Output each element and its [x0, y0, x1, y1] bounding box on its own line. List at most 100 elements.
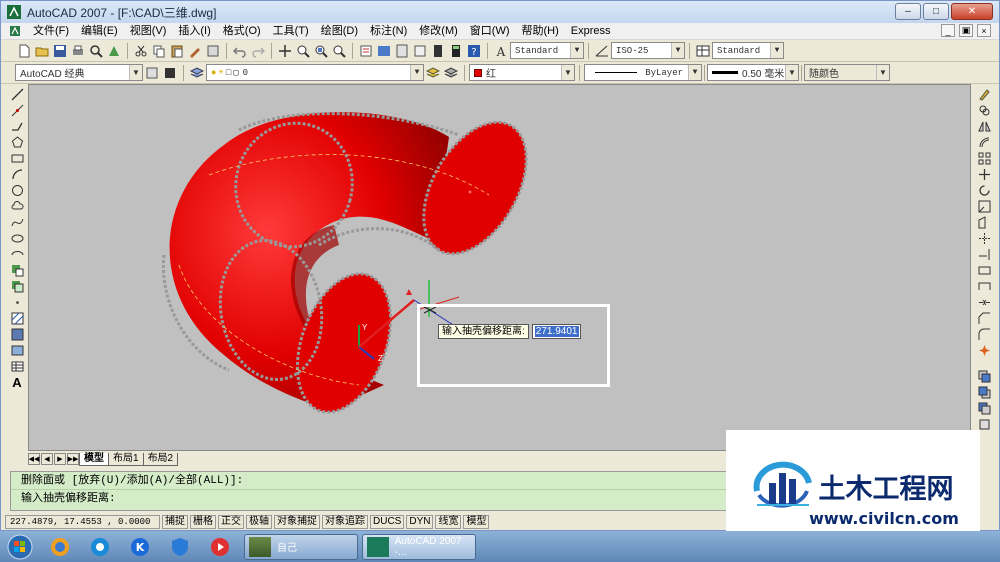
- coordinates-readout[interactable]: 227.4879, 17.4553 , 0.0000: [5, 514, 160, 529]
- tab-layout2[interactable]: 布局2: [142, 452, 179, 466]
- maximize-button[interactable]: □: [923, 3, 949, 20]
- menu-dimension[interactable]: 标注(N): [364, 23, 413, 40]
- menu-file[interactable]: 文件(F): [27, 23, 75, 40]
- tool-palettes-icon[interactable]: [394, 43, 410, 59]
- spline-icon[interactable]: [9, 214, 25, 230]
- table-icon[interactable]: [9, 358, 25, 374]
- last-tab-button[interactable]: ▶▶: [67, 453, 79, 465]
- text-style-select[interactable]: Standard ▼: [510, 42, 584, 59]
- drawing-canvas[interactable]: Y Z: [28, 84, 971, 451]
- extend-icon[interactable]: [976, 246, 992, 262]
- cut-icon[interactable]: [133, 43, 149, 59]
- design-center-icon[interactable]: [376, 43, 392, 59]
- minimize-button[interactable]: –: [895, 3, 921, 20]
- print-icon[interactable]: [70, 43, 86, 59]
- osnap-toggle[interactable]: 对象捕捉: [274, 514, 320, 529]
- copy-icon[interactable]: [151, 43, 167, 59]
- next-tab-button[interactable]: ▶: [54, 453, 66, 465]
- doc-close-button[interactable]: ×: [977, 24, 991, 37]
- match-properties-icon[interactable]: [187, 43, 203, 59]
- plotstyle-select[interactable]: 随颜色 ▼: [804, 64, 890, 81]
- zoom-window-icon[interactable]: [313, 43, 329, 59]
- ellipse-icon[interactable]: [9, 230, 25, 246]
- otrack-toggle[interactable]: 对象追踪: [322, 514, 368, 529]
- block-editor-icon[interactable]: [205, 43, 221, 59]
- task-autocad[interactable]: AutoCAD 2007 -...: [362, 533, 476, 560]
- line-icon[interactable]: [9, 86, 25, 102]
- publish-icon[interactable]: [106, 43, 122, 59]
- dyn-toggle[interactable]: DYN: [406, 514, 434, 529]
- lineweight-select[interactable]: 0.50 毫米 ▼: [707, 64, 799, 81]
- undo-icon[interactable]: [232, 43, 248, 59]
- edge-browser-icon[interactable]: [85, 534, 115, 560]
- calculator-icon[interactable]: [448, 43, 464, 59]
- move-icon[interactable]: [976, 166, 992, 182]
- save-icon[interactable]: [52, 43, 68, 59]
- point-icon[interactable]: [9, 294, 25, 310]
- menu-draw[interactable]: 绘图(D): [315, 23, 364, 40]
- layer-previous-icon[interactable]: [443, 65, 459, 81]
- draw-order-back-icon[interactable]: [976, 384, 992, 400]
- fillet-icon[interactable]: [976, 326, 992, 342]
- snap-toggle[interactable]: 捕捉: [162, 514, 188, 529]
- rectangle-icon[interactable]: [9, 150, 25, 166]
- copy-object-icon[interactable]: [976, 102, 992, 118]
- layer-select[interactable]: ● ☀ □ ▢ 0 ▼: [206, 64, 424, 81]
- tab-model[interactable]: 模型: [79, 452, 109, 466]
- zoom-previous-icon[interactable]: [331, 43, 347, 59]
- close-button[interactable]: ✕: [951, 3, 993, 20]
- break-icon[interactable]: [976, 278, 992, 294]
- draw-order-front-icon[interactable]: [976, 368, 992, 384]
- menu-view[interactable]: 视图(V): [124, 23, 173, 40]
- task-self[interactable]: 自己: [244, 533, 358, 560]
- menu-edit[interactable]: 编辑(E): [75, 23, 124, 40]
- draw-order-above-icon[interactable]: [976, 400, 992, 416]
- plot-preview-icon[interactable]: [88, 43, 104, 59]
- lineweight-toggle[interactable]: 线宽: [435, 514, 462, 529]
- menu-modify[interactable]: 修改(M): [413, 23, 464, 40]
- linetype-select[interactable]: ByLayer ▼: [584, 64, 702, 81]
- arc-icon[interactable]: [9, 166, 25, 182]
- menu-format[interactable]: 格式(O): [217, 23, 267, 40]
- shield-icon[interactable]: [165, 534, 195, 560]
- sheet-set-icon[interactable]: [412, 43, 428, 59]
- menu-tools[interactable]: 工具(T): [267, 23, 315, 40]
- erase-icon[interactable]: [976, 86, 992, 102]
- menu-express[interactable]: Express: [565, 23, 617, 40]
- document-icon[interactable]: [9, 25, 21, 37]
- pan-icon[interactable]: [277, 43, 293, 59]
- construction-line-icon[interactable]: [9, 102, 25, 118]
- command-window[interactable]: 删除面或 [放弃(U)/添加(A)/全部(ALL)]: 输入抽壳偏移距离:: [10, 471, 730, 511]
- zoom-realtime-icon[interactable]: [295, 43, 311, 59]
- workspace-save-icon[interactable]: [162, 65, 178, 81]
- dim-style-icon[interactable]: [594, 43, 610, 59]
- polyline-icon[interactable]: [9, 118, 25, 134]
- chamfer-icon[interactable]: [976, 310, 992, 326]
- dynamic-input-field[interactable]: 271.9401: [531, 324, 581, 339]
- color-select[interactable]: 红 ▼: [469, 64, 575, 81]
- menu-help[interactable]: 帮助(H): [516, 23, 565, 40]
- menu-insert[interactable]: 插入(I): [172, 23, 216, 40]
- circle-icon[interactable]: [9, 182, 25, 198]
- polar-toggle[interactable]: 极轴: [246, 514, 272, 529]
- menu-window[interactable]: 窗口(W): [464, 23, 516, 40]
- ortho-toggle[interactable]: 正交: [218, 514, 244, 529]
- redo-icon[interactable]: [250, 43, 266, 59]
- offset-icon[interactable]: [976, 134, 992, 150]
- make-object-layer-current-icon[interactable]: [425, 65, 441, 81]
- grid-toggle[interactable]: 栅格: [190, 514, 216, 529]
- ellipse-arc-icon[interactable]: [9, 246, 25, 262]
- open-folder-icon[interactable]: [34, 43, 50, 59]
- revision-cloud-icon[interactable]: [9, 198, 25, 214]
- gradient-icon[interactable]: [9, 326, 25, 342]
- make-block-icon[interactable]: [9, 278, 25, 294]
- ducs-toggle[interactable]: DUCS: [370, 514, 405, 529]
- doc-restore-button[interactable]: ▣: [959, 24, 973, 37]
- table-style-icon[interactable]: [695, 43, 711, 59]
- insert-block-icon[interactable]: [9, 262, 25, 278]
- prev-tab-button[interactable]: ◀: [41, 453, 53, 465]
- new-file-icon[interactable]: [16, 43, 32, 59]
- browser-icon[interactable]: [45, 534, 75, 560]
- array-icon[interactable]: [976, 150, 992, 166]
- properties-icon[interactable]: [358, 43, 374, 59]
